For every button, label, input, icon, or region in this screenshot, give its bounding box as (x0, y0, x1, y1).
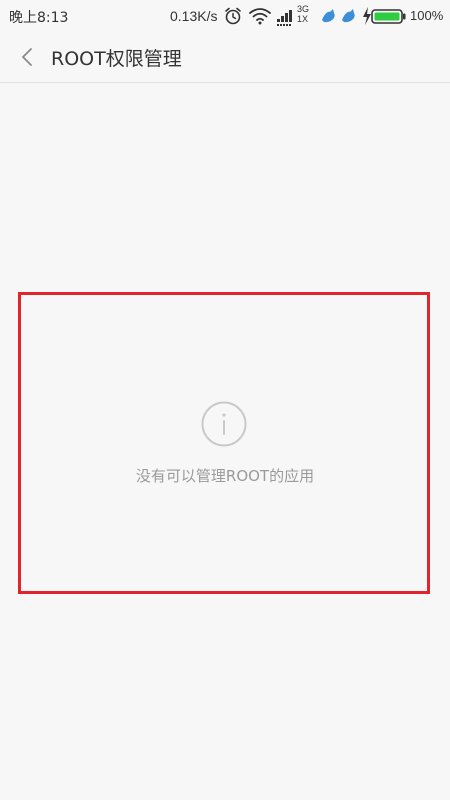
alarm-icon (223, 6, 243, 30)
battery-percent: 100% (410, 8, 444, 23)
battery-icon (371, 9, 407, 28)
back-button[interactable] (10, 40, 44, 74)
chevron-left-icon (22, 48, 32, 66)
network-type-label: 3G 1X (297, 4, 309, 24)
title-bar: ROOT权限管理 (0, 32, 450, 83)
page-title: ROOT权限管理 (51, 48, 182, 70)
status-bar: 晚上8:13 0.13K/s 3G 1X 100% (0, 0, 450, 32)
bird-notification-icon (320, 6, 362, 30)
screen: 晚上8:13 0.13K/s 3G 1X 100% ROOT权限管理 没有可以管… (0, 0, 450, 800)
network-type-bottom: 1X (297, 14, 309, 24)
network-type-top: 3G (297, 4, 310, 14)
network-speed: 0.13K/s (170, 8, 218, 24)
status-time: 晚上8:13 (9, 10, 69, 26)
empty-message: 没有可以管理ROOT的应用 (135, 467, 315, 485)
wifi-icon (249, 7, 271, 29)
info-icon (201, 401, 247, 447)
